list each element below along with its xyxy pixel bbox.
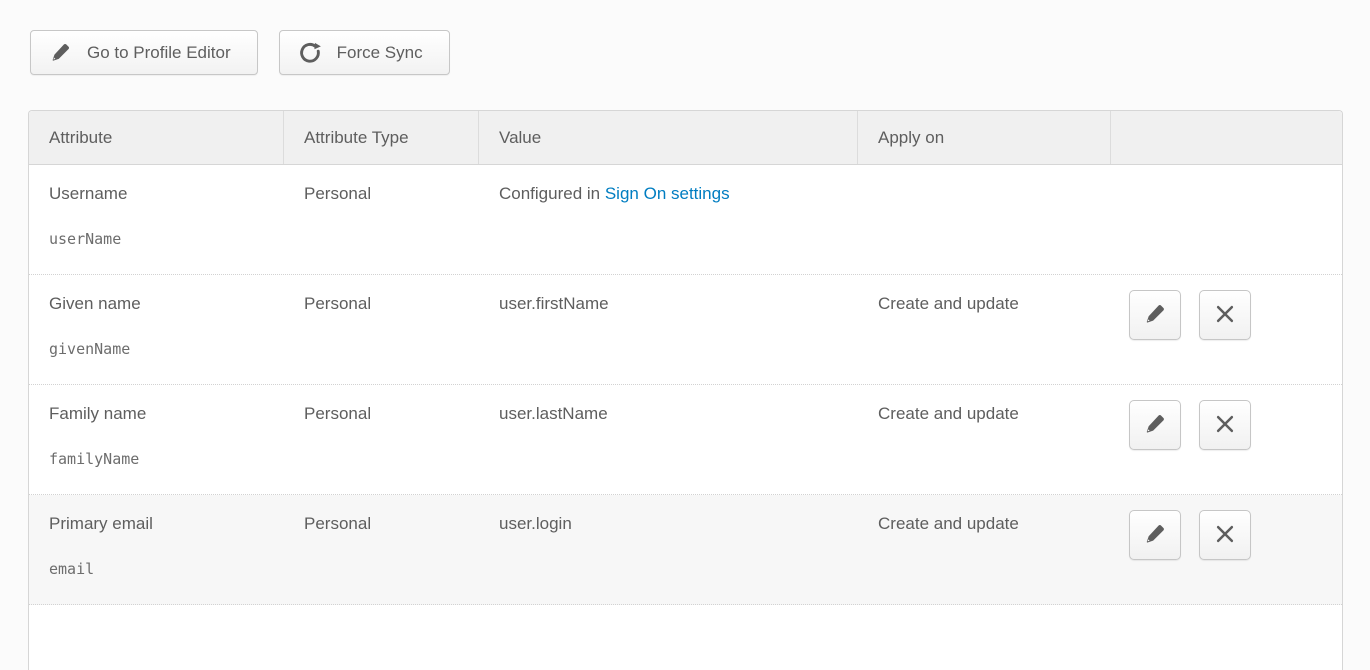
attribute-label: Primary email [49,513,270,534]
table-row-username: Username userName Personal Configured in… [29,165,1342,275]
attribute-variable-name: userName [49,229,270,250]
column-header-apply-on: Apply on [858,111,1111,164]
refresh-icon [299,42,321,64]
attribute-type: Personal [284,275,479,384]
go-to-profile-editor-label: Go to Profile Editor [87,43,231,63]
attribute-variable-name: givenName [49,339,270,360]
row-actions [1111,495,1342,604]
row-actions [1111,385,1342,494]
column-header-value: Value [479,111,858,164]
value-text: Configured in [499,184,605,203]
table-row-family-name: Family name familyName Personal user.las… [29,385,1342,495]
row-actions [1111,165,1342,274]
attribute-type: Personal [284,495,479,604]
table-row-primary-email: Primary email email Personal user.login … [29,495,1342,605]
delete-attribute-button[interactable] [1199,510,1251,560]
column-header-actions [1111,111,1342,164]
edit-attribute-button[interactable] [1129,510,1181,560]
force-sync-button[interactable]: Force Sync [279,30,450,75]
pencil-icon [1144,523,1166,548]
edit-attribute-button[interactable] [1129,290,1181,340]
attribute-label: Username [49,183,270,204]
attribute-variable-name: familyName [49,449,270,470]
table-header: Attribute Attribute Type Value Apply on [29,111,1342,165]
attribute-type: Personal [284,385,479,494]
pencil-icon [1144,413,1166,438]
sign-on-settings-link[interactable]: Sign On settings [605,184,730,203]
close-icon [1215,524,1235,547]
force-sync-label: Force Sync [337,43,423,63]
toolbar: Go to Profile Editor Force Sync [30,30,450,75]
apply-on-value [858,165,1111,274]
delete-attribute-button[interactable] [1199,290,1251,340]
attribute-type: Personal [284,165,479,274]
row-actions [1111,275,1342,384]
delete-attribute-button[interactable] [1199,400,1251,450]
close-icon [1215,304,1235,327]
table-row-given-name: Given name givenName Personal user.first… [29,275,1342,385]
value-text: user.lastName [479,385,858,494]
value-text: user.firstName [479,275,858,384]
column-header-attribute-type: Attribute Type [284,111,479,164]
apply-on-value: Create and update [858,275,1111,384]
apply-on-value: Create and update [858,495,1111,604]
attribute-label: Family name [49,403,270,424]
close-icon [1215,414,1235,437]
pencil-icon [50,42,71,63]
attribute-variable-name: email [49,559,270,580]
table-row-partial [29,605,1342,644]
attribute-label: Given name [49,293,270,314]
pencil-icon [1144,303,1166,328]
value-text: user.login [479,495,858,604]
go-to-profile-editor-button[interactable]: Go to Profile Editor [30,30,258,75]
attribute-mappings-table: Attribute Attribute Type Value Apply on … [28,110,1343,670]
edit-attribute-button[interactable] [1129,400,1181,450]
column-header-attribute: Attribute [29,111,284,164]
apply-on-value: Create and update [858,385,1111,494]
